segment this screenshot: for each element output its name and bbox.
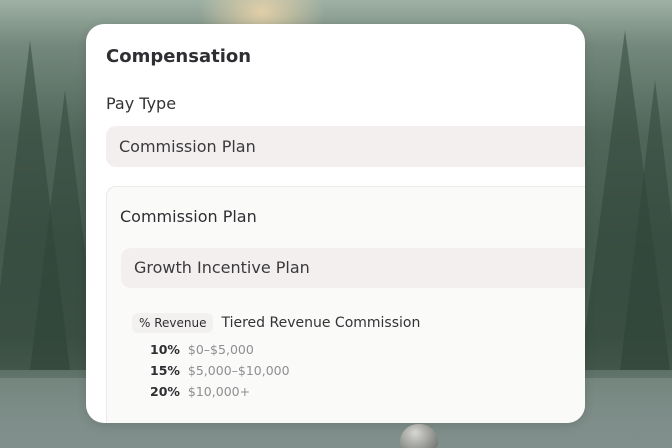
commission-tier: 20% $10,000+ <box>150 381 290 402</box>
pay-type-label: Pay Type <box>106 94 177 113</box>
tier-rate: 10% <box>150 342 180 357</box>
tier-rate: 15% <box>150 363 180 378</box>
tier-rate: 20% <box>150 384 180 399</box>
card-title: Compensation <box>106 46 252 67</box>
commission-plan-name: Tiered Revenue Commission <box>221 315 421 331</box>
tier-range: $10,000+ <box>187 384 251 399</box>
commission-plan-title: Commission Plan <box>120 207 257 226</box>
commission-plan-panel: Commission Plan Growth Incentive Plan % … <box>106 186 585 423</box>
compensation-card: Compensation Pay Type Commission Plan Co… <box>86 24 585 423</box>
tier-range: $0–$5,000 <box>187 342 254 357</box>
revenue-type-badge: % Revenue <box>132 313 214 333</box>
commission-summary: % Revenue Tiered Revenue Commission <box>132 311 420 335</box>
pay-type-select[interactable]: Commission Plan <box>106 126 585 167</box>
commission-tier-list: 10% $0–$5,000 15% $5,000–$10,000 20% $10… <box>150 339 290 402</box>
commission-plan-select[interactable]: Growth Incentive Plan <box>121 248 585 288</box>
commission-tier: 15% $5,000–$10,000 <box>150 360 290 381</box>
commission-tier: 10% $0–$5,000 <box>150 339 290 360</box>
tier-range: $5,000–$10,000 <box>187 363 290 378</box>
